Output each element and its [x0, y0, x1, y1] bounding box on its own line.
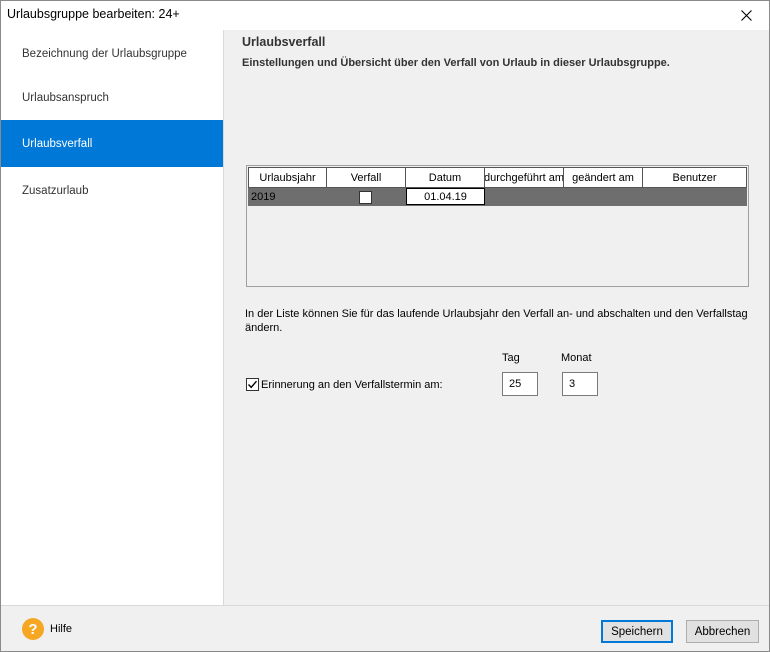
monat-label: Monat — [561, 352, 592, 364]
help-icon: ? — [22, 618, 44, 640]
reminder-label: Erinnerung an den Verfallstermin am: — [261, 378, 443, 391]
sidebar-item-bezeichnung[interactable]: Bezeichnung der Urlaubsgruppe — [1, 30, 223, 77]
date-input[interactable]: 01.04.19 — [406, 188, 485, 205]
window-title: Urlaubsgruppe bearbeiten: 24+ — [7, 7, 180, 21]
sidebar-item-label: Bezeichnung der Urlaubsgruppe — [22, 47, 187, 60]
main-content: Urlaubsverfall Einstellungen und Übersic… — [225, 30, 770, 605]
sidebar: Bezeichnung der Urlaubsgruppe Urlaubsans… — [1, 30, 224, 605]
table-row[interactable]: 2019 01.04.19 — [248, 188, 747, 206]
help-label: Hilfe — [50, 623, 73, 635]
monat-input[interactable]: 3 — [562, 372, 598, 396]
checkbox-checked-icon — [246, 378, 259, 391]
help-link[interactable]: ? Hilfe — [22, 618, 72, 640]
column-header-benutzer[interactable]: Benutzer — [643, 167, 747, 188]
cell-verfall — [326, 188, 405, 206]
title-bar: Urlaubsgruppe bearbeiten: 24+ — [1, 1, 769, 30]
column-header-geaendert[interactable]: geändert am — [564, 167, 643, 188]
close-icon — [740, 10, 752, 21]
reminder-checkbox[interactable]: Erinnerung an den Verfallstermin am: — [246, 378, 443, 391]
column-header-durchgefuehrt[interactable]: durchgeführt am — [485, 167, 564, 188]
verfall-table[interactable]: Urlaubsjahr Verfall Datum durchgeführt a… — [246, 165, 749, 287]
page-description: Einstellungen und Übersicht über den Ver… — [242, 57, 670, 69]
sidebar-item-label: Urlaubsanspruch — [22, 91, 109, 104]
table-header: Urlaubsjahr Verfall Datum durchgeführt a… — [248, 167, 747, 188]
page-title: Urlaubsverfall — [242, 35, 326, 49]
column-header-datum[interactable]: Datum — [406, 167, 485, 188]
column-header-urlaubsjahr[interactable]: Urlaubsjahr — [248, 167, 327, 188]
sidebar-item-urlaubsverfall[interactable]: Urlaubsverfall — [1, 120, 223, 167]
cell-urlaubsjahr: 2019 — [251, 191, 276, 203]
tag-label: Tag — [502, 352, 520, 364]
save-button[interactable]: Speichern — [601, 620, 673, 643]
sidebar-item-label: Urlaubsverfall — [22, 137, 93, 150]
verfall-checkbox[interactable] — [359, 190, 372, 204]
close-button[interactable] — [723, 1, 769, 30]
info-text: In der Liste können Sie für das laufende… — [245, 308, 748, 334]
footer: ? Hilfe Speichern Abbrechen — [1, 605, 769, 651]
tag-input[interactable]: 25 — [502, 372, 538, 396]
dialog-window: Urlaubsgruppe bearbeiten: 24+ Bezeichnun… — [0, 0, 770, 652]
cancel-button[interactable]: Abbrechen — [686, 620, 759, 643]
column-header-verfall[interactable]: Verfall — [327, 167, 406, 188]
sidebar-item-zusatzurlaub[interactable]: Zusatzurlaub — [1, 167, 223, 214]
sidebar-item-label: Zusatzurlaub — [22, 184, 89, 197]
sidebar-item-urlaubsanspruch[interactable]: Urlaubsanspruch — [1, 74, 223, 121]
